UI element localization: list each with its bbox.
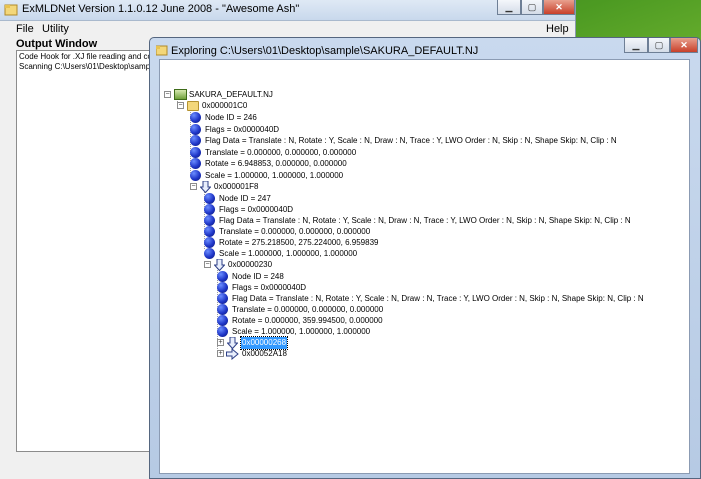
- arrow-down-icon: [200, 181, 211, 193]
- property-ball-icon: [190, 170, 201, 181]
- expand-toggle[interactable]: +: [217, 350, 224, 357]
- collapse-toggle[interactable]: −: [164, 91, 171, 98]
- explorer-maximize-button[interactable]: ▢: [648, 38, 670, 53]
- property-ball-icon: [217, 293, 228, 304]
- explorer-app-icon: [156, 45, 168, 56]
- explorer-close-button[interactable]: ✕: [670, 38, 698, 53]
- property-ball-icon: [204, 193, 215, 204]
- file-icon: [174, 89, 187, 100]
- property-ball-icon: [190, 147, 201, 158]
- property-ball-icon: [217, 304, 228, 315]
- arrow-down-icon: [214, 259, 225, 271]
- property-ball-icon: [204, 226, 215, 237]
- folder-icon: [187, 101, 199, 111]
- menu-help[interactable]: Help: [546, 23, 569, 35]
- menu-utility[interactable]: Utility: [42, 23, 69, 35]
- main-titlebar[interactable]: ExMLDNet Version 1.1.0.12 June 2008 - "A…: [0, 0, 575, 21]
- collapse-toggle[interactable]: −: [177, 102, 184, 109]
- property-ball-icon: [190, 124, 201, 135]
- menu-file[interactable]: File: [16, 23, 34, 35]
- explorer-minimize-button[interactable]: ▁: [624, 38, 648, 53]
- output-line: Code Hook for .XJ file reading and conv: [19, 52, 161, 61]
- property-ball-icon: [204, 215, 215, 226]
- tree-node-label: 0x00052A18: [242, 349, 287, 358]
- property-ball-icon: [204, 204, 215, 215]
- explorer-window-title: Exploring C:\Users\01\Desktop\sample\SAK…: [171, 45, 479, 57]
- property-ball-icon: [190, 112, 201, 123]
- tree-node-label: 0x00000230: [228, 260, 273, 269]
- explorer-window: Exploring C:\Users\01\Desktop\sample\SAK…: [149, 37, 701, 479]
- output-textbox[interactable]: Code Hook for .XJ file reading and conv …: [16, 50, 161, 452]
- property-ball-icon: [190, 135, 201, 146]
- arrow-right-icon: [226, 348, 239, 360]
- collapse-toggle[interactable]: −: [204, 261, 211, 268]
- collapse-toggle[interactable]: −: [190, 183, 197, 190]
- output-window-label: Output Window: [16, 38, 98, 50]
- expand-toggle[interactable]: +: [217, 339, 224, 346]
- tree-node-label: 0x000001F8: [214, 182, 259, 191]
- close-button[interactable]: ✕: [543, 0, 575, 15]
- main-window-title: ExMLDNet Version 1.1.0.12 June 2008 - "A…: [22, 3, 300, 15]
- property-ball-icon: [190, 158, 201, 169]
- property-ball-icon: [204, 248, 215, 259]
- property-ball-icon: [204, 237, 215, 248]
- property-ball-icon: [217, 271, 228, 282]
- app-icon: [4, 4, 18, 16]
- output-line: Scanning C:\Users\01\Desktop\sample: [19, 62, 157, 71]
- property-ball-icon: [217, 326, 228, 337]
- tree-view[interactable]: − SAKURA_DEFAULT.NJ − 0x000001C0 Node ID…: [159, 59, 690, 474]
- property-ball-icon: [217, 315, 228, 326]
- tree-node-label: 0x000001C0: [202, 101, 248, 110]
- maximize-button[interactable]: ▢: [521, 0, 543, 15]
- property-ball-icon: [217, 282, 228, 293]
- minimize-button[interactable]: ▁: [497, 0, 521, 15]
